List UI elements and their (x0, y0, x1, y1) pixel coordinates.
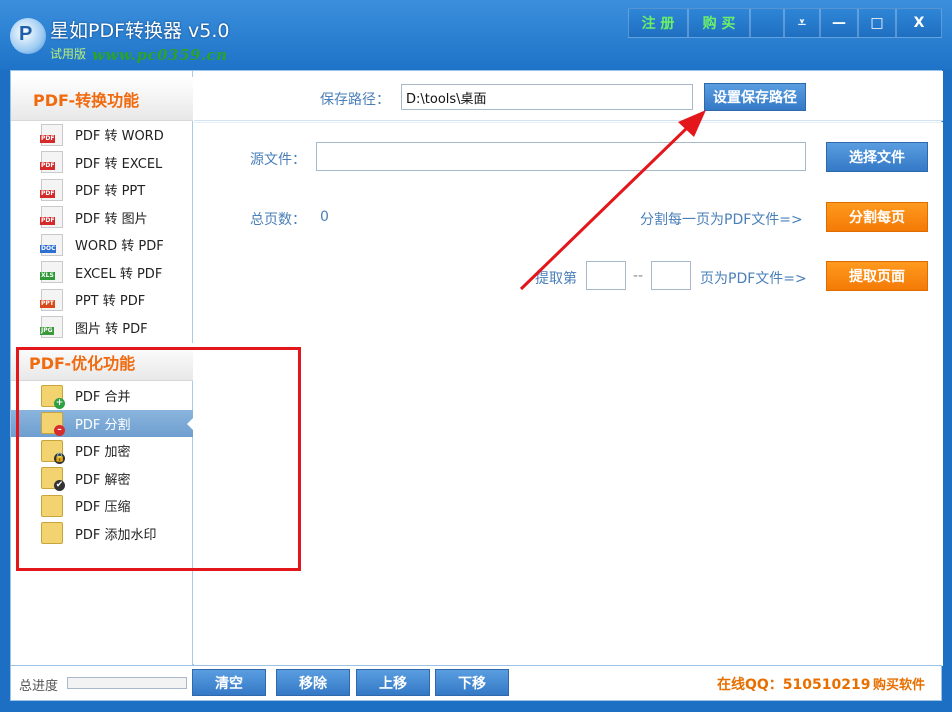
menu-dropdown-icon[interactable]: ⩡ (784, 8, 820, 38)
app-title: 星如PDF转换器 v5.0 (50, 20, 230, 42)
sidebar-item-label: WORD 转 PDF (75, 239, 164, 254)
progress-label: 总进度 (19, 679, 59, 694)
file-type-tag: JPG (40, 327, 54, 335)
sidebar-item-label: PDF 转 EXCEL (75, 156, 163, 172)
online-qq-text: 在线QQ：510510219 (717, 677, 871, 693)
extract-from-input[interactable] (586, 261, 626, 290)
file-type-tag: XLS (40, 272, 55, 280)
extract-prefix-label: 提取第 (535, 271, 577, 287)
source-file-label: 源文件： (250, 152, 306, 168)
file-type-tag: PDF (40, 162, 56, 170)
maximize-button[interactable]: □ (858, 8, 896, 38)
buy-software-link[interactable]: 购买软件 (873, 674, 925, 693)
sidebar-item-label: 图片 转 PDF (75, 321, 148, 337)
sidebar-item-convert[interactable]: PDF PDF 转 WORD (11, 121, 193, 148)
xls-file-icon: XLS (40, 261, 63, 283)
file-type-tag: PDF (40, 217, 56, 225)
extract-suffix-label: 页为PDF文件=> (700, 271, 807, 287)
site-watermark: www.pc0359.cn (92, 46, 228, 64)
source-file-input[interactable] (316, 142, 806, 171)
split-each-hint: 分割每一页为PDF文件=> (640, 212, 803, 228)
trial-label: 试用版 (50, 47, 87, 61)
total-pages-value: 0 (320, 209, 329, 225)
pdf-file-icon: PDF (40, 123, 63, 146)
sidebar-item-label: EXCEL 转 PDF (75, 266, 163, 282)
extract-pages-button[interactable]: 提取页面 (826, 261, 928, 291)
doc-file-icon: DOC (40, 233, 63, 256)
app-logo-letter: P (19, 23, 33, 45)
move-up-button[interactable]: 上移 (356, 669, 430, 696)
file-type-tag: PDF (40, 189, 56, 198)
sidebar-item-convert[interactable]: XLS EXCEL 转 PDF (11, 259, 193, 286)
extract-separator: -- (633, 268, 644, 284)
total-pages-label: 总页数： (250, 212, 306, 228)
file-type-tag: PDF (40, 134, 56, 143)
sidebar-item-convert[interactable]: PDF PDF 转 图片 (11, 204, 193, 231)
sidebar-item-label: PDF 转 PPT (75, 184, 146, 199)
choose-file-button[interactable]: 选择文件 (826, 142, 928, 172)
sidebar-item-label: PDF 转 WORD (75, 129, 164, 144)
clear-button[interactable]: 清空 (192, 669, 266, 696)
jpg-file-icon: JPG (40, 316, 63, 338)
file-type-tag: PPT (40, 299, 55, 308)
file-type-tag: DOC (40, 244, 57, 253)
register-button[interactable]: 注 册 (628, 8, 688, 38)
sidebar-item-label: PPT 转 PDF (75, 294, 146, 309)
buy-button[interactable]: 购 买 (688, 8, 750, 38)
set-save-path-button[interactable]: 设置保存路径 (704, 83, 806, 111)
title-bar: P 星如PDF转换器 v5.0 试用版 www.pc0359.cn 注 册 购 … (0, 0, 952, 70)
convert-section-header: PDF-转换功能 (11, 77, 193, 121)
pdf-file-icon: PDF (40, 206, 63, 228)
ppt-file-icon: PPT (40, 288, 63, 311)
pdf-file-icon: PDF (40, 151, 63, 173)
save-path-bar: 保存路径： D:\tools\桌面 设置保存路径 (194, 71, 943, 121)
move-down-button[interactable]: 下移 (435, 669, 509, 696)
sidebar-item-label: PDF 转 图片 (75, 211, 148, 227)
annotation-highlight-box (16, 347, 301, 571)
pdf-file-icon: PDF (40, 178, 63, 201)
remove-button[interactable]: 移除 (276, 669, 350, 696)
sidebar-item-convert[interactable]: PDF PDF 转 PPT (11, 176, 193, 203)
close-button[interactable]: X (896, 8, 942, 38)
bottom-bar: 总进度 清空 移除 上移 下移 在线QQ：510510219 购买软件 (10, 665, 942, 701)
minimize-button[interactable]: — (820, 8, 858, 38)
split-panel: 源文件： 选择文件 总页数： 0 分割每一页为PDF文件=> 分割每页 提取第 … (194, 122, 943, 666)
save-path-label: 保存路径： (320, 92, 390, 108)
app-logo-icon: P (10, 18, 46, 54)
extract-to-input[interactable] (651, 261, 691, 290)
save-path-input[interactable]: D:\tools\桌面 (401, 84, 693, 110)
sidebar-item-convert[interactable]: DOC WORD 转 PDF (11, 231, 193, 258)
sidebar-item-convert[interactable]: JPG 图片 转 PDF (11, 314, 193, 341)
split-each-button[interactable]: 分割每页 (826, 202, 928, 232)
sidebar-item-convert[interactable]: PPT PPT 转 PDF (11, 286, 193, 313)
titlebar-blank-button (750, 8, 784, 38)
sidebar-item-convert[interactable]: PDF PDF 转 EXCEL (11, 149, 193, 176)
progress-bar (67, 677, 187, 689)
